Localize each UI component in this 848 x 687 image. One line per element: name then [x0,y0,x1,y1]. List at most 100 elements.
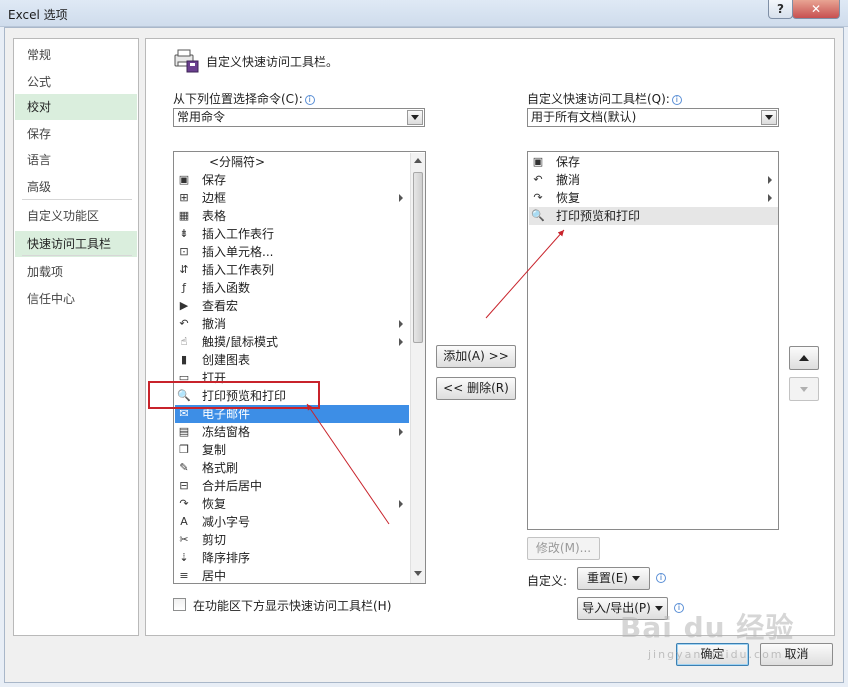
list-item-label: 减小字号 [202,515,251,529]
list-item[interactable]: <分隔符> [175,153,409,171]
list-item[interactable]: ❐ 复制 [175,441,409,459]
list-item[interactable]: ▣ 保存 [175,171,409,189]
scroll-down-icon[interactable] [414,571,422,576]
customize-scope-combo[interactable]: 用于所有文档(默认) [527,108,779,127]
chart-icon: ▮ [180,353,188,366]
list-item[interactable]: ↷ 恢复 [175,495,409,513]
vertical-scrollbar[interactable] [410,153,425,583]
table-icon: ▦ [178,209,190,222]
list-item[interactable]: ▶ 查看宏 [175,297,409,315]
title-bar: Excel 选项 ? ✕ [0,0,848,27]
quick-access-toolbar-icon [172,46,200,74]
list-item[interactable]: ✂ 剪切 [175,531,409,549]
choose-commands-label: 从下列位置选择命令(C): i [173,90,315,107]
list-item-label: 保存 [556,155,581,169]
options-nav: 常规 公式 校对 保存 语言 高级自定义功能区 快速访问工具栏 加载项 信任中心 [13,38,139,636]
list-item-label: 打印预览和打印 [556,209,641,223]
chevron-right-icon [399,338,403,346]
save-icon: ▣ [178,173,190,186]
reset-button[interactable]: 重置(E) [577,567,650,590]
close-button[interactable]: ✕ [792,0,840,19]
nav-item[interactable]: 保存 [15,121,137,147]
list-item[interactable]: ▤ 冻结窗格 [175,423,409,441]
list-item-label: 插入函数 [202,281,251,295]
add-button[interactable]: 添加(A) >> [436,345,516,368]
chevron-right-icon [399,500,403,508]
arrow-up-icon [799,355,809,361]
function-icon: ƒ [182,281,186,294]
list-item[interactable]: ☝ 触摸/鼠标模式 [175,333,409,351]
list-item[interactable]: ⊞ 边框 [175,189,409,207]
undo-icon: ↶ [179,317,189,330]
choose-commands-combo[interactable]: 常用命令 [173,108,425,127]
chevron-down-icon[interactable] [407,110,423,125]
undo-icon: ↶ [533,173,543,186]
touch-icon: ☝ [180,335,188,348]
list-item[interactable]: ↶ 撤消 [529,171,778,189]
customize-label: 自定义: [527,574,568,588]
list-item[interactable]: ▦ 表格 [175,207,409,225]
available-commands-list[interactable]: <分隔符> ▣ 保存 ⊞ 边框 ▦ 表格 ⇟ 插入工作表行 ⊡ 插入单元格... ⇵ 插入工作表列 ƒ 插入… [173,151,426,584]
arrow-down-icon [800,387,808,392]
list-item-label: 格式刷 [202,461,239,475]
list-item[interactable]: ▣ 保存 [529,153,778,171]
list-item[interactable]: ⇵ 插入工作表列 [175,261,409,279]
list-item[interactable]: ⇣ 降序排序 [175,549,409,567]
list-item-label: 插入工作表行 [202,227,275,241]
show-below-ribbon-checkbox[interactable] [173,598,186,611]
format-painter-icon: ✎ [179,461,189,474]
list-item[interactable]: ≡ 居中 [175,567,409,583]
scroll-thumb[interactable] [413,172,423,343]
baidu-watermark-url: jingyan.baidu.com [648,648,784,661]
list-item[interactable]: ƒ 插入函数 [175,279,409,297]
chevron-down-icon [631,576,640,581]
choose-commands-text: 从下列位置选择命令(C): [173,92,303,106]
combo-value: 用于所有文档(默认) [531,110,637,124]
nav-item[interactable]: 高级 [15,174,137,200]
chevron-right-icon [768,176,772,184]
nav-item[interactable]: 公式 [15,69,137,95]
insert-cell-icon: ⊡ [179,245,189,258]
redo-icon: ↷ [179,497,189,510]
scroll-up-icon[interactable] [414,158,422,163]
nav-item[interactable]: 信任中心 [15,286,137,312]
list-item[interactable]: ⊡ 插入单元格... [175,243,409,261]
reset-button-label: 重置(E) [587,571,628,585]
nav-item[interactable]: 快速访问工具栏 [15,231,137,257]
customize-toolbar-label: 自定义快速访问工具栏(Q): i [527,90,682,107]
nav-item[interactable]: 语言 [15,147,137,173]
list-item-label: 插入工作表列 [202,263,275,277]
info-icon: i [671,95,682,105]
list-item[interactable]: 🔍 打印预览和打印 [529,207,778,225]
list-item-label: 撤消 [556,173,581,187]
nav-item[interactable]: 常规 [15,42,137,68]
nav-item[interactable]: 自定义功能区 [15,203,137,229]
chevron-down-icon[interactable] [761,110,777,125]
modify-button[interactable]: 修改(M)... [527,537,600,560]
list-item[interactable]: A 减小字号 [175,513,409,531]
list-item[interactable]: ⊟ 合并后居中 [175,477,409,495]
sort-desc-icon: ⇣ [179,551,189,564]
list-item[interactable]: ✎ 格式刷 [175,459,409,477]
help-button[interactable]: ? [768,0,793,19]
chevron-right-icon [399,428,403,436]
list-item-label: 查看宏 [202,299,239,313]
insert-column-icon: ⇵ [179,263,189,276]
list-item[interactable]: ↷ 恢复 [529,189,778,207]
nav-item[interactable]: 校对 [15,94,137,120]
list-item[interactable]: ▮ 创建图表 [175,351,409,369]
move-up-button[interactable] [789,346,819,370]
cut-icon: ✂ [179,533,189,546]
font-smaller-icon: A [180,515,188,528]
move-down-button[interactable] [789,377,819,401]
remove-button[interactable]: << 删除(R) [436,377,516,400]
redo-icon: ↷ [533,191,543,204]
list-item[interactable]: ↶ 撤消 [175,315,409,333]
toolbar-commands-list[interactable]: ▣ 保存 ↶ 撤消 ↷ 恢复 🔍 打印预览和打印 [527,151,779,530]
nav-item[interactable]: 加载项 [15,259,137,285]
macro-icon: ▶ [179,299,189,312]
nav-separator [22,255,132,256]
center-icon: ≡ [179,569,189,582]
list-item[interactable]: ⇟ 插入工作表行 [175,225,409,243]
list-item-label: 合并后居中 [202,479,263,493]
